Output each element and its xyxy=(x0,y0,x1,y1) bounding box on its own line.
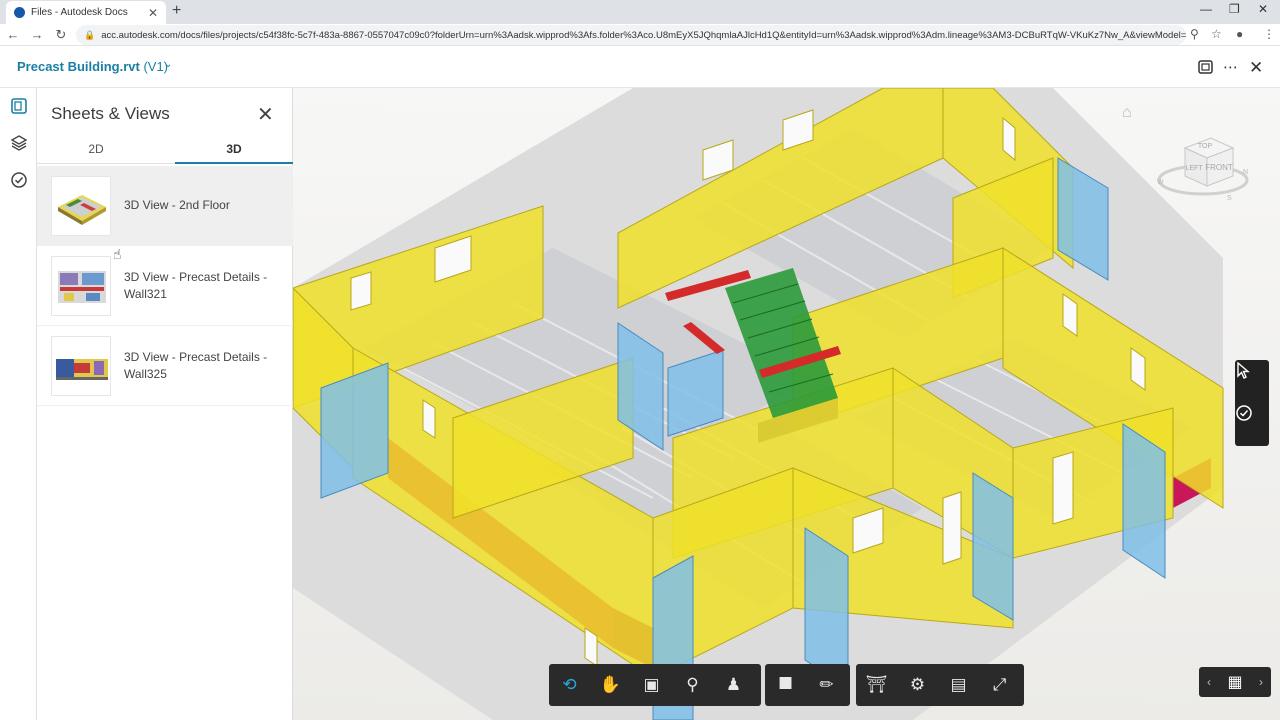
layers-icon[interactable] xyxy=(9,133,29,153)
tab-close-icon[interactable]: ✕ xyxy=(148,6,158,20)
list-item[interactable]: 3D View - 2nd Floor xyxy=(37,166,293,246)
chevron-down-icon[interactable]: ⌄ xyxy=(164,59,172,70)
fit-to-view-icon[interactable]: ▣ xyxy=(631,664,672,706)
view-thumbnail xyxy=(51,175,111,236)
left-rail xyxy=(0,88,37,720)
panel-close-icon[interactable]: ✕ xyxy=(257,102,274,127)
view-label: 3D View - 2nd Floor xyxy=(124,198,230,212)
tab-2d[interactable]: 2D xyxy=(37,142,155,156)
section-box-icon[interactable]: ⯀ xyxy=(765,664,806,706)
viewcube-left-label: LEFT xyxy=(1185,165,1203,172)
fullscreen-icon[interactable]: ⤢ xyxy=(979,664,1020,706)
settings-toolbar: ⛩ ⚙ ▤ ⤢ xyxy=(856,664,1024,706)
lock-icon: 🔒 xyxy=(84,29,96,40)
views-list: 3D View - 2nd Floor 3D View - Precast De… xyxy=(37,166,293,406)
view-thumbnail xyxy=(51,335,111,396)
viewcube-front-label: FRONT xyxy=(1205,163,1233,172)
zoom-icon[interactable]: ⚲ xyxy=(1190,27,1199,41)
pan-hand-icon[interactable]: ✋ xyxy=(590,664,631,706)
issues-check-icon[interactable] xyxy=(9,170,29,190)
model-toolbar: ⯀ ✏ xyxy=(765,664,850,706)
side-toolbar xyxy=(1235,360,1269,446)
chevron-right-icon[interactable]: › xyxy=(1259,675,1263,689)
address-url: acc.autodesk.com/docs/files/projects/c54… xyxy=(101,29,1186,41)
chevron-left-icon[interactable]: ‹ xyxy=(1207,675,1211,689)
browser-tab-title: Files - Autodesk Docs xyxy=(31,7,128,18)
back-button[interactable]: ← xyxy=(2,27,24,42)
autodesk-favicon-icon xyxy=(14,7,25,18)
viewcube-top-label: TOP xyxy=(1198,143,1213,150)
compare-icon[interactable] xyxy=(1197,58,1215,80)
model-viewer-canvas[interactable]: ⌂ TOP LEFT FRONT N W S ⟲ ✋ ▣ ⚲ ♟ ⯀ ✏ ⛩ ⚙… xyxy=(293,88,1280,720)
window-close-button[interactable]: ✕ xyxy=(1258,2,1268,16)
browser-toolbar: ← → ↻ 🔒 acc.autodesk.com/docs/files/proj… xyxy=(0,24,1280,46)
app-header: Precast Building.rvt (V1) ⌄ ⋯ ✕ xyxy=(0,46,1280,88)
building-model-render xyxy=(293,88,1224,720)
viewcube[interactable]: TOP LEFT FRONT N W S xyxy=(1153,128,1253,208)
browser-menu-icon[interactable]: ⋮ xyxy=(1263,27,1275,41)
minimize-button[interactable]: — xyxy=(1200,2,1212,16)
file-name: Precast Building.rvt xyxy=(17,59,140,74)
view-label: 3D View - Precast Details - Wall325 xyxy=(124,349,268,381)
browser-tabstrip: Files - Autodesk Docs ✕ + — ❐ ✕ xyxy=(0,0,1280,24)
first-person-icon[interactable]: ♟ xyxy=(713,664,754,706)
measure-ruler-icon[interactable]: ✏ xyxy=(806,664,847,706)
bookmark-star-icon[interactable]: ☆ xyxy=(1211,27,1222,41)
file-title[interactable]: Precast Building.rvt (V1) xyxy=(17,59,168,74)
close-viewer-icon[interactable]: ✕ xyxy=(1249,58,1263,78)
view-label: 3D View - Precast Details - Wall321 xyxy=(124,269,268,301)
compass-s: S xyxy=(1227,195,1232,202)
forward-button[interactable]: → xyxy=(26,27,48,42)
new-tab-button[interactable]: + xyxy=(172,2,181,20)
browser-tab[interactable]: Files - Autodesk Docs ✕ xyxy=(6,1,166,24)
list-item[interactable]: 3D View - Precast Details - Wall321 xyxy=(37,246,293,326)
active-tab-indicator xyxy=(175,162,293,164)
view-thumbnail xyxy=(51,255,111,316)
hand-cursor-icon: ☝ xyxy=(113,246,122,262)
list-item[interactable]: 3D View - Precast Details - Wall325 xyxy=(37,326,293,406)
issue-check-icon[interactable] xyxy=(1235,404,1269,444)
home-view-icon[interactable]: ⌂ xyxy=(1122,104,1132,122)
navigation-toolbar: ⟲ ✋ ▣ ⚲ ♟ xyxy=(549,664,761,706)
properties-icon[interactable]: ▤ xyxy=(938,664,979,706)
tab-3d[interactable]: 3D xyxy=(175,142,293,156)
maximize-button[interactable]: ❐ xyxy=(1229,2,1240,16)
view-type-tabs: 2D 3D xyxy=(37,136,293,164)
profile-avatar-icon[interactable]: ● xyxy=(1236,27,1243,41)
model-browser-icon[interactable]: ⛩ xyxy=(856,664,897,706)
view-switcher[interactable]: ‹ ▦ › xyxy=(1199,667,1271,697)
select-cursor-icon[interactable] xyxy=(1235,362,1269,402)
address-bar[interactable]: 🔒 acc.autodesk.com/docs/files/projects/c… xyxy=(76,25,1186,45)
sheets-views-icon[interactable] xyxy=(9,96,29,116)
sheets-views-panel: Sheets & Views ✕ 2D 3D 3D View - 2nd Flo… xyxy=(37,88,293,720)
more-options-icon[interactable]: ⋯ xyxy=(1223,58,1238,76)
gear-icon[interactable]: ⚙ xyxy=(897,664,938,706)
panel-title: Sheets & Views xyxy=(51,104,170,123)
zoom-window-icon[interactable]: ⚲ xyxy=(672,664,713,706)
compass-w: W xyxy=(1157,179,1164,186)
compass-n: N xyxy=(1243,169,1248,176)
grid-view-icon[interactable]: ▦ xyxy=(1227,672,1242,692)
orbit-icon[interactable]: ⟲ xyxy=(549,664,590,706)
reload-button[interactable]: ↻ xyxy=(50,27,72,43)
